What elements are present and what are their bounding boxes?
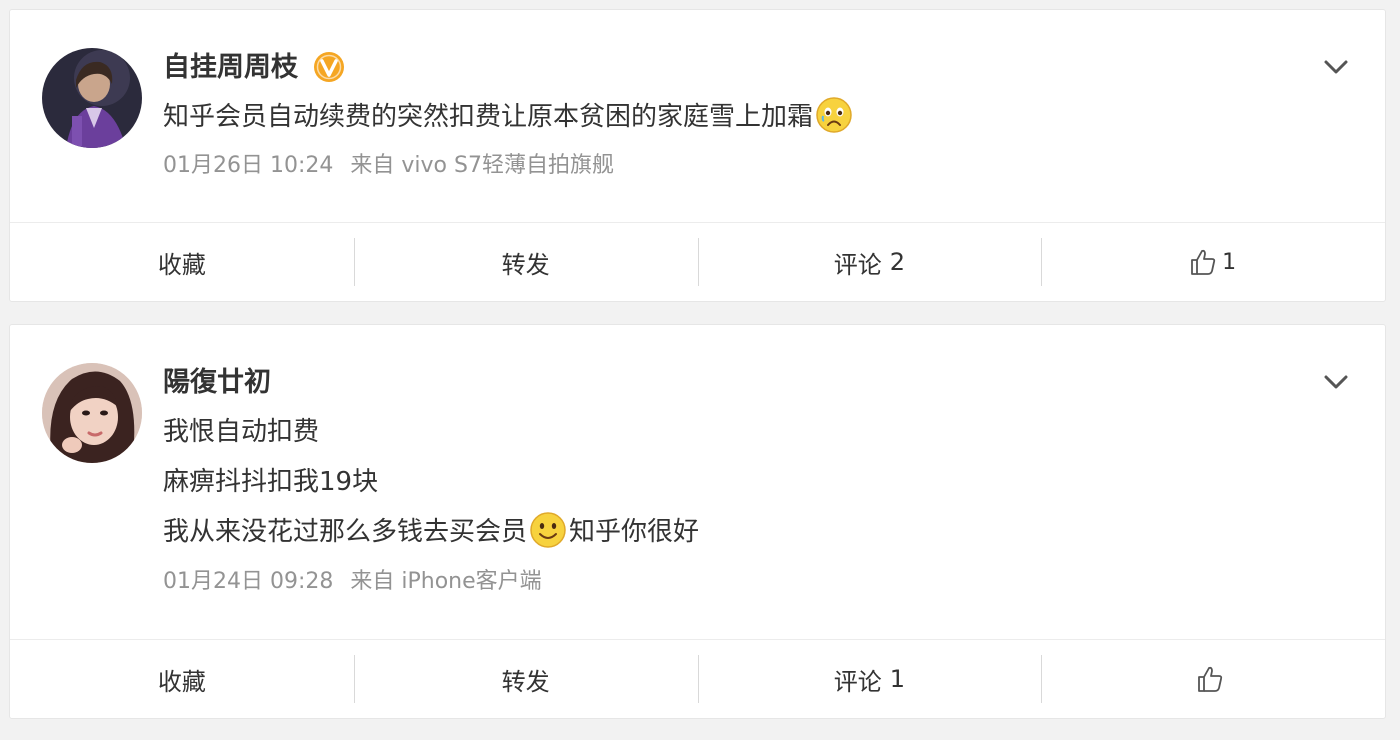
comment-label: 评论 [833, 250, 882, 279]
thumbs-up-icon [1191, 249, 1216, 275]
avatar[interactable] [42, 48, 142, 148]
repost-button[interactable]: 转发 [353, 223, 698, 301]
chevron-down-icon[interactable] [1318, 52, 1354, 82]
thumbs-up-icon [1198, 666, 1223, 692]
post-meta: 01月24日 09:28 来自 iPhone客户端 [163, 566, 542, 598]
favorite-button[interactable]: 收藏 [10, 223, 354, 301]
post-text-content: 知乎你很好 [569, 517, 700, 547]
chevron-down-icon[interactable] [1318, 367, 1354, 397]
username[interactable]: 自挂周周枝 [163, 48, 298, 88]
like-count: 1 [1222, 249, 1237, 275]
post-card: 陽復廿初 我恨自动扣费 麻痹抖抖扣我19块 我从来没花过那么多钱去买会员 知乎你… [9, 324, 1386, 719]
post-card: 自挂周周枝 知乎会员自动续费的突然扣费让原本贫困的家庭雪上加霜 01月26日 1… [9, 9, 1386, 302]
comment-count: 1 [889, 665, 906, 693]
comment-count: 2 [889, 248, 906, 276]
like-button[interactable] [1041, 640, 1385, 718]
avatar[interactable] [42, 363, 142, 463]
post-meta: 01月26日 10:24 来自 vivo S7轻薄自拍旗舰 [163, 150, 614, 182]
favorite-button[interactable]: 收藏 [10, 640, 354, 718]
post-source: 来自 vivo S7轻薄自拍旗舰 [350, 153, 614, 178]
post-text-line: 我恨自动扣费 [163, 417, 320, 447]
like-button[interactable]: 1 [1041, 223, 1385, 301]
post-source: 来自 iPhone客户端 [350, 569, 542, 594]
post-text-line: 我从来没花过那么多钱去买会员 知乎你很好 [163, 511, 700, 552]
action-bar: 收藏 转发 评论 2 1 [10, 222, 1385, 301]
post-text-line: 麻痹抖抖扣我19块 [163, 467, 379, 497]
post-text: 知乎会员自动续费的突然扣费让原本贫困的家庭雪上加霜 [163, 96, 855, 137]
favorite-label: 收藏 [157, 667, 206, 696]
repost-label: 转发 [501, 250, 550, 279]
username[interactable]: 陽復廿初 [163, 363, 271, 403]
post-time[interactable]: 01月26日 10:24 [163, 153, 333, 178]
sad-face-emoji-icon [816, 96, 852, 133]
repost-button[interactable]: 转发 [353, 640, 698, 718]
post-text-content: 我从来没花过那么多钱去买会员 [163, 517, 528, 547]
action-bar: 收藏 转发 评论 1 [10, 639, 1385, 718]
verified-badge-icon [314, 52, 344, 82]
smile-face-emoji-icon [530, 511, 566, 548]
post-time[interactable]: 01月24日 09:28 [163, 569, 333, 594]
repost-label: 转发 [501, 667, 550, 696]
favorite-label: 收藏 [157, 250, 206, 279]
comment-label: 评论 [833, 667, 882, 696]
comment-button[interactable]: 评论 1 [697, 640, 1042, 718]
comment-button[interactable]: 评论 2 [697, 223, 1042, 301]
post-text-content: 知乎会员自动续费的突然扣费让原本贫困的家庭雪上加霜 [163, 102, 814, 132]
